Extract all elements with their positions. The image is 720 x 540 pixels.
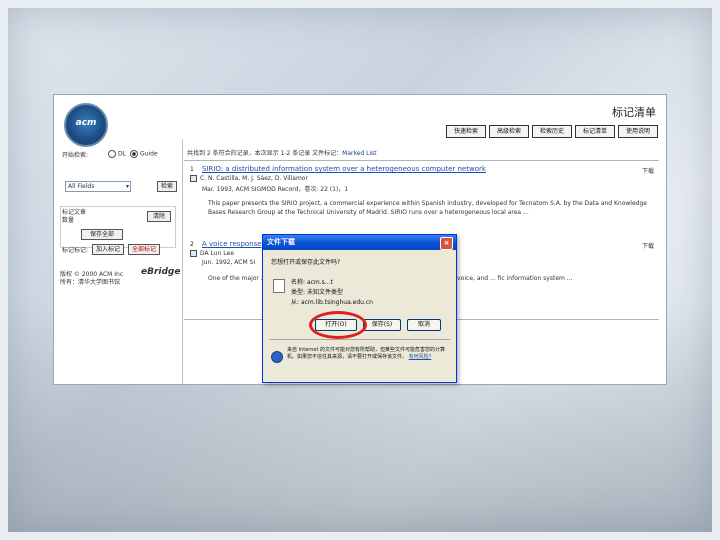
- mark-label: 标记标记:: [62, 247, 89, 254]
- record-2-title[interactable]: A voice response: [202, 240, 262, 248]
- marked-list-link[interactable]: Marked List: [342, 150, 376, 157]
- results-summary-text: 共找到 2 条符合的记录，本次显示 1-2 条记录 文件标记：: [187, 150, 343, 157]
- file-from-row: 从: acm.lib.tsinghua.edu.cn: [291, 297, 373, 306]
- close-icon[interactable]: ×: [440, 237, 453, 250]
- file-icon: [273, 279, 285, 293]
- dialog-divider: [269, 339, 450, 340]
- field-select[interactable]: All Fields: [65, 181, 131, 192]
- search-history-button[interactable]: 检索历史: [532, 125, 572, 138]
- file-type-value: 未知文件类型: [306, 289, 343, 296]
- risk-link[interactable]: 有何风险?: [409, 354, 432, 360]
- record-1-source: Mar. 1993, ACM SIGMOD Record，卷次: 22 (1)，…: [202, 186, 349, 193]
- record-1-download[interactable]: 下载: [642, 166, 654, 175]
- help-button[interactable]: 使用说明: [618, 125, 658, 138]
- dialog-question: 您想打开或保存此文件吗?: [271, 259, 341, 266]
- page-title: 标记清单: [612, 106, 656, 119]
- search-label: 开始检索:: [62, 152, 89, 159]
- file-type-row: 类型: 未知文件类型: [291, 287, 343, 296]
- record-2-source: Jun. 1992, ACM SI: [202, 259, 256, 266]
- radio-dl-label: DL: [118, 150, 126, 158]
- marked-count-label: 标记文章 数量: [62, 209, 87, 224]
- quick-search-button[interactable]: 快速检索: [446, 125, 486, 138]
- record-1-authors: C. N. Castilla, M. J. Sáez, D. Villamor: [190, 175, 308, 182]
- mark-all-button[interactable]: 全部标记: [128, 244, 160, 255]
- record-2-number: 2: [190, 241, 194, 248]
- radio-dl[interactable]: DL: [106, 150, 126, 158]
- record-2-authors: DA Lun Lee: [190, 250, 234, 257]
- record-1-abstract: This paper presents the SIRIO project, a…: [208, 200, 647, 216]
- ebridge-logo: eBridge: [141, 267, 181, 277]
- security-warning: 来自 Internet 的文件可能对您有所帮助，但某些文件可能危害您的计算机。如…: [287, 347, 447, 361]
- advanced-search-button[interactable]: 高级检索: [489, 125, 529, 138]
- highlight-circle: [309, 311, 367, 339]
- add-mark-button[interactable]: 加入标记: [92, 244, 124, 255]
- search-button[interactable]: 检索: [157, 181, 177, 192]
- file-download-dialog: 文件下载 × 您想打开或保存此文件吗? 名称: acm.s...t 类型: 未知…: [262, 234, 457, 383]
- record-1-title[interactable]: SIRIO: a distributed information system …: [202, 165, 486, 173]
- clear-button[interactable]: 清除: [147, 211, 171, 222]
- record-2-checkbox[interactable]: [190, 250, 197, 257]
- record-2-download[interactable]: 下载: [642, 241, 654, 250]
- divider: [184, 160, 659, 161]
- toolbar: 快速检索 高级检索 检索历史 标记清单 使用说明: [446, 125, 658, 138]
- dialog-title: 文件下载: [263, 235, 456, 250]
- file-name-row: 名称: acm.s...t: [291, 277, 333, 286]
- file-from-value: acm.lib.tsinghua.edu.cn: [300, 299, 373, 306]
- logo-text: acm: [75, 118, 97, 128]
- record-2-authors-text: DA Lun Lee: [200, 250, 234, 257]
- file-from-label: 从:: [291, 299, 300, 306]
- record-1-checkbox[interactable]: [190, 175, 197, 182]
- radio-guide[interactable]: Guide: [128, 150, 158, 158]
- rights-text: 所有：清华大学图书馆: [60, 279, 121, 286]
- left-panel: 开始检索: DL Guide All Fields 检索 标记文章 数量 清除 …: [54, 139, 183, 384]
- cancel-button[interactable]: 取消: [407, 319, 441, 331]
- results-summary: 共找到 2 条符合的记录，本次显示 1-2 条记录 文件标记：Marked Li…: [187, 148, 377, 157]
- radio-guide-icon: [130, 150, 138, 158]
- radio-dl-icon: [108, 150, 116, 158]
- file-name-value: acm.s...t: [306, 279, 333, 286]
- radio-guide-label: Guide: [140, 150, 158, 158]
- record-1-authors-text: C. N. Castilla, M. J. Sáez, D. Villamor: [200, 175, 308, 182]
- shield-icon: [271, 351, 283, 363]
- save-all-button[interactable]: 保存全部: [81, 229, 123, 240]
- record-1-number: 1: [190, 166, 194, 173]
- save-button[interactable]: 保存(S): [363, 319, 401, 331]
- file-name-label: 名称:: [291, 279, 306, 286]
- marked-list-button[interactable]: 标记清单: [575, 125, 615, 138]
- file-type-label: 类型:: [291, 289, 306, 296]
